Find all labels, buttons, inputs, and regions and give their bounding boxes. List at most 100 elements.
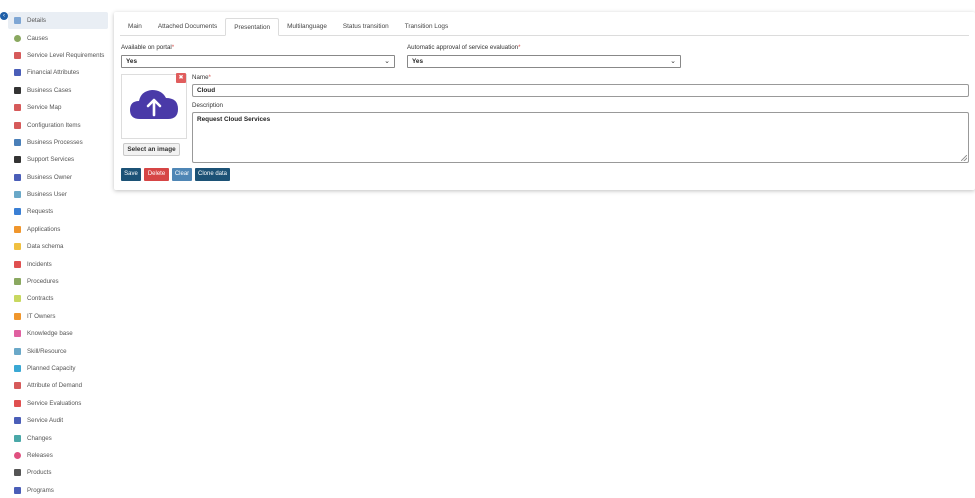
sidebar-item-label: Service Audit [27,417,64,425]
sidebar-item-label: Business Processes [27,138,83,146]
eye-icon [14,417,21,425]
sidebar: Details Causes Service Level Requirements F… [8,12,108,498]
tab-attached-documents[interactable]: Attached Documents [150,18,225,35]
sidebar-item-business-user[interactable]: Business User [8,186,108,203]
save-button[interactable]: Save [121,168,141,181]
sidebar-item-programs[interactable]: Programs [8,482,108,498]
circle-icon [14,34,21,42]
sidebar-item-details[interactable]: Details [8,12,108,30]
sidebar-item-label: Procedures [27,278,59,286]
sidebar-item-applications[interactable]: Applications [8,221,108,238]
sidebar-item-label: Attribute of Demand [27,382,83,390]
sidebar-item-incidents[interactable]: Incidents [8,255,108,272]
pencil-icon [14,104,21,112]
tab-main[interactable]: Main [120,18,150,35]
sidebar-item-label: Incidents [27,260,52,268]
sidebar-item-configuration-items[interactable]: Configuration Items [8,116,108,133]
sidebar-item-financial-attributes[interactable]: Financial Attributes [8,64,108,81]
description-field[interactable]: Request Cloud Services [192,112,969,163]
available-on-portal-label: Available on portal* [121,44,175,51]
sidebar-item-support-services[interactable]: Support Services [8,151,108,168]
sidebar-item-skill-resource[interactable]: Skill/Resource [8,342,108,359]
clone-data-button[interactable]: Clone data [195,168,230,181]
sidebar-item-label: Knowledge base [27,330,73,338]
sidebar-item-label: Programs [27,486,54,494]
remove-image-button[interactable]: ✖ [176,73,186,83]
bulb-icon [14,330,21,338]
sidebar-item-label: Business Cases [27,86,72,94]
sidebar-item-business-owner[interactable]: Business Owner [8,169,108,186]
sidebar-item-business-cases[interactable]: Business Cases [8,82,108,99]
sidebar-item-label: Products [27,469,52,477]
name-field[interactable]: Cloud [192,84,969,97]
sidebar-item-label: Business User [27,191,67,199]
resize-handle[interactable] [961,155,967,161]
release-icon [14,451,21,459]
sidebar-item-label: Business Owner [27,173,73,181]
cloud-upload-icon [130,90,178,119]
swap-icon [14,434,21,442]
sidebar-item-data-schema[interactable]: Data schema [8,238,108,255]
tab-status-transition[interactable]: Status transition [335,18,397,35]
sidebar-item-label: Financial Attributes [27,69,80,77]
sidebar-item-it-owners[interactable]: IT Owners [8,308,108,325]
briefcase-icon [14,138,21,146]
users-icon [14,312,21,320]
sidebar-item-causes[interactable]: Causes [8,29,108,46]
sidebar-item-contracts[interactable]: Contracts [8,290,108,307]
chevron-down-icon: ⌄ [384,58,390,65]
sidebar-item-label: Support Services [27,156,75,164]
star-icon [14,399,21,407]
list-icon [14,208,21,216]
tab-multilanguage[interactable]: Multilanguage [279,18,335,35]
sidebar-item-attribute-of-demand[interactable]: Attribute of Demand [8,377,108,394]
sidebar-item-business-processes[interactable]: Business Processes [8,134,108,151]
sidebar-item-procedures[interactable]: Procedures [8,273,108,290]
grid-icon [14,225,21,233]
clear-button[interactable]: Clear [172,168,192,181]
select-image-button[interactable]: Select an image [123,143,180,156]
chevron-down-icon: ⌄ [670,58,676,65]
sidebar-item-label: Changes [27,434,52,442]
sidebar-item-service-audit[interactable]: Service Audit [8,412,108,429]
sidebar-item-knowledge-base[interactable]: Knowledge base [8,325,108,342]
automatic-approval-select[interactable]: Yes ⌄ [407,55,681,68]
wrench-icon [14,156,21,164]
sidebar-item-label: Applications [27,225,61,233]
sidebar-item-label: Causes [27,34,48,42]
sidebar-item-label: Planned Capacity [27,365,76,372]
monitor-icon [14,121,21,129]
briefcase-icon [14,86,21,94]
sidebar-item-service-evaluations[interactable]: Service Evaluations [8,395,108,412]
sidebar-item-service-map[interactable]: Service Map [8,99,108,116]
folder-icon [14,295,21,303]
detail-panel: Main Attached Documents Presentation Multil… [114,12,975,190]
sidebar-item-requests[interactable]: Requests [8,203,108,220]
delete-button[interactable]: Delete [144,168,169,181]
box-icon [14,469,21,477]
shield-icon [14,191,21,199]
sidebar-item-service-level-requirements[interactable]: Service Level Requirements [8,47,108,64]
sidebar-item-label: Details [27,17,46,25]
sidebar-item-label: Releases [27,451,53,459]
available-on-portal-select[interactable]: Yes ⌄ [121,55,395,68]
sidebar-item-label: Service Level Requirements [27,51,105,59]
sidebar-item-changes[interactable]: Changes [8,429,108,446]
line-chart-icon [14,365,21,372]
tab-presentation[interactable]: Presentation [225,18,280,36]
form-icon [14,382,21,390]
sidebar-item-label: Skill/Resource [27,347,67,355]
sidebar-item-label: Contracts [27,295,54,303]
tab-transition-logs[interactable]: Transition Logs [397,18,456,35]
apps-icon [14,486,21,494]
sidebar-item-products[interactable]: Products [8,464,108,481]
collapse-sidebar-button[interactable]: ‹ [0,12,8,20]
sidebar-item-releases[interactable]: Releases [8,447,108,464]
dollar-icon [14,69,21,77]
image-preview [121,74,187,139]
sidebar-item-planned-capacity[interactable]: Planned Capacity [8,360,108,377]
id-card-icon [14,347,21,355]
sidebar-item-label: Service Evaluations [27,399,82,407]
sidebar-item-label: Requests [27,208,54,216]
tools-icon [14,51,21,59]
